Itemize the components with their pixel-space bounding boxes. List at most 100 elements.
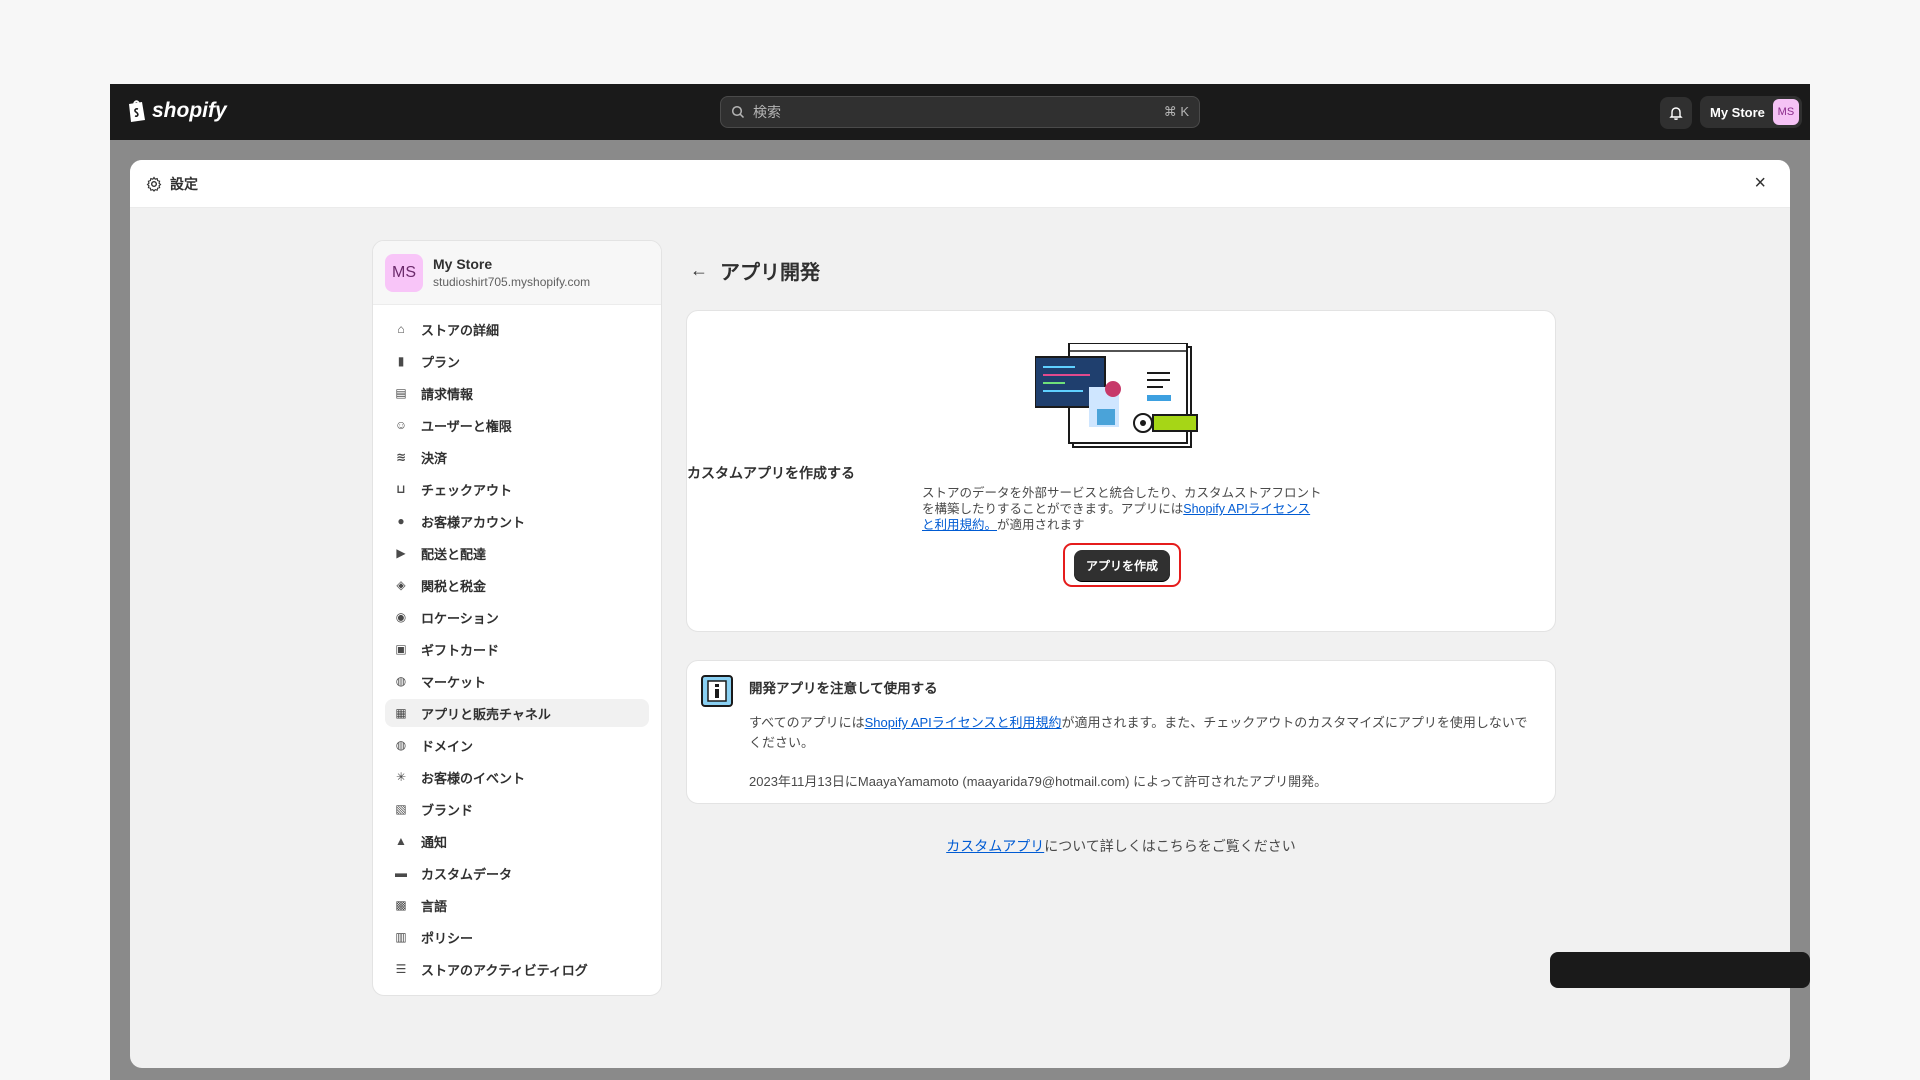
sidebar-item[interactable]: ◍ マーケット (385, 667, 649, 695)
settings-modal: 設定 × MS My Store studioshirt705.myshopif… (130, 160, 1790, 1068)
data-icon: ▬ (395, 866, 407, 880)
sidebar-item-label: カスタムデータ (421, 866, 513, 882)
sidebar-item[interactable]: ▥ ポリシー (385, 923, 649, 951)
sidebar-item-label: ドメイン (421, 738, 474, 754)
sidebar-item[interactable]: ⌂ ストアの詳細 (385, 315, 649, 343)
sidebar-item[interactable]: ◉ ロケーション (385, 603, 649, 631)
modal-title: 設定 (170, 175, 198, 192)
app-frame: shopify 検索 ⌘ K My Store MS 設定 × MS My St… (110, 84, 1810, 1080)
hero-desc-suffix: が適用されます (997, 518, 1085, 532)
store-name: My Store (433, 256, 493, 272)
sidebar-item[interactable]: ◍ ドメイン (385, 731, 649, 759)
sidebar-item-label: ストアのアクティビティログ (421, 962, 588, 978)
sidebar-item-label: 言語 (421, 898, 448, 914)
footer-learn-more: カスタムアプリについて詳しくはこちらをご覧ください (686, 836, 1556, 856)
bell-icon: ▲ (395, 834, 407, 848)
back-arrow-icon[interactable]: ← (690, 260, 708, 281)
sidebar-item-label: お客様アカウント (421, 514, 526, 530)
notifications-button[interactable] (1660, 97, 1692, 129)
sidebar-item-label: 決済 (421, 450, 448, 466)
gift-card-icon: ▣ (395, 642, 407, 656)
store-domain: studioshirt705.myshopify.com (433, 275, 591, 289)
sidebar-item[interactable]: ▦ アプリと販売チャネル (385, 699, 649, 727)
search-shortcut: ⌘ K (1163, 104, 1189, 119)
top-bar: shopify 検索 ⌘ K My Store MS (110, 84, 1810, 140)
notice-text: すべてのアプリにはShopify APIライセンスと利用規約が適用されます。また… (749, 713, 1539, 753)
tax-icon: ◈ (396, 578, 406, 592)
sidebar-item-label: アプリと販売チャネル (421, 706, 551, 722)
store-menu-label: My Store (1710, 104, 1765, 120)
location-icon: ◉ (395, 610, 407, 624)
sidebar-item[interactable]: ▲ 通知 (385, 827, 649, 855)
notice-license-link[interactable]: Shopify APIライセンスと利用規約 (865, 715, 1062, 730)
store-icon: ⌂ (397, 322, 405, 336)
sidebar-item-label: 通知 (421, 834, 448, 850)
person-icon: ● (397, 514, 405, 528)
sidebar-item[interactable]: ▬ カスタムデータ (385, 859, 649, 887)
create-button-highlight: アプリを作成 (1063, 543, 1181, 587)
app-development-illustration-icon (1035, 343, 1198, 448)
sidebar-item-label: ストアの詳細 (421, 322, 500, 338)
users-icon: ☺ (394, 418, 408, 432)
bottom-toast-shadow (1550, 952, 1810, 988)
domain-icon: ◍ (395, 738, 407, 752)
sidebar-item-label: プラン (421, 354, 461, 370)
truck-icon: ▶ (396, 546, 406, 560)
footer-text: について詳しくはこちらをご覧ください (1044, 838, 1296, 854)
custom-app-link[interactable]: カスタムアプリ (946, 838, 1044, 854)
sidebar-item[interactable]: ▶ 配送と配達 (385, 539, 649, 567)
cart-icon: ⊔ (396, 482, 406, 496)
brand-name: shopify (152, 98, 227, 122)
list-icon: ☰ (395, 962, 407, 976)
apps-icon: ▦ (395, 706, 407, 720)
create-app-button[interactable]: アプリを作成 (1073, 549, 1170, 581)
sidebar-item[interactable]: ☺ ユーザーと権限 (385, 411, 649, 439)
search-input[interactable]: 検索 ⌘ K (720, 96, 1200, 128)
search-placeholder: 検索 (753, 104, 781, 120)
avatar: MS (1772, 99, 1799, 125)
sidebar-item[interactable]: ▤ 請求情報 (385, 379, 649, 407)
sidebar-item[interactable]: ▮ プラン (385, 347, 649, 375)
billing-icon: ▤ (395, 386, 407, 400)
sidebar-item[interactable]: ✳ お客様のイベント (385, 763, 649, 791)
globe-icon: ◍ (395, 674, 407, 688)
payments-icon: ≋ (395, 450, 407, 464)
notice-meta: 2023年11月13日にMaayaYamamoto (maayarida79@h… (749, 774, 1328, 789)
hero-description: ストアのデータを外部サービスと統合したり、カスタムストアフロントを構築したりする… (922, 485, 1322, 533)
sidebar-item[interactable]: ⊔ チェックアウト (385, 475, 649, 503)
close-button[interactable]: × (1754, 172, 1766, 195)
store-menu-button[interactable]: My Store MS (1700, 96, 1802, 128)
page-title: アプリ開発 (720, 262, 820, 284)
sidebar-item-label: お客様のイベント (421, 770, 526, 786)
sidebar-item-label: 配送と配達 (421, 546, 487, 562)
sidebar-item-label: ロケーション (421, 610, 499, 626)
bell-icon (1669, 107, 1683, 120)
modal-header: 設定 × (130, 160, 1790, 208)
sidebar-item[interactable]: ☰ ストアのアクティビティログ (385, 955, 649, 983)
sidebar-item-label: ブランド (421, 802, 474, 818)
sidebar-item[interactable]: ● お客様アカウント (385, 507, 649, 535)
settings-sidebar: MS My Store studioshirt705.myshopify.com… (372, 240, 662, 996)
info-icon (701, 675, 733, 707)
store-card[interactable]: MS My Store studioshirt705.myshopify.com (373, 241, 661, 305)
sidebar-item-label: ギフトカード (421, 642, 500, 658)
sidebar-item-label: 関税と税金 (421, 578, 487, 594)
create-app-card: カスタムアプリを作成する ストアのデータを外部サービスと統合したり、カスタムスト… (686, 310, 1556, 632)
search-icon (731, 105, 745, 119)
sidebar-item[interactable]: ▧ ブランド (385, 795, 649, 823)
sidebar-item[interactable]: ◈ 関税と税金 (385, 571, 649, 599)
policy-icon: ▥ (395, 930, 407, 944)
caution-notice-card: 開発アプリを注意して使用する すべてのアプリにはShopify APIライセンス… (686, 660, 1556, 804)
sidebar-item-label: マーケット (421, 674, 487, 690)
sidebar-item-label: 請求情報 (421, 386, 474, 402)
sidebar-item[interactable]: ▩ 言語 (385, 891, 649, 919)
plan-icon: ▮ (397, 354, 405, 368)
shopify-logo[interactable]: shopify (126, 98, 227, 123)
page-header: ← アプリ開発 (690, 256, 820, 285)
sidebar-item-label: チェックアウト (421, 482, 513, 498)
settings-nav: ⌂ ストアの詳細 ▮ プラン ▤ 請求情報 ☺ ユーザーと権限 ≋ 決済 ⊔ チェックアウト ● お客様ア… (373, 305, 661, 995)
brand-icon: ▧ (395, 802, 407, 816)
sidebar-item[interactable]: ▣ ギフトカード (385, 635, 649, 663)
gear-icon (146, 176, 162, 192)
sidebar-item[interactable]: ≋ 決済 (385, 443, 649, 471)
